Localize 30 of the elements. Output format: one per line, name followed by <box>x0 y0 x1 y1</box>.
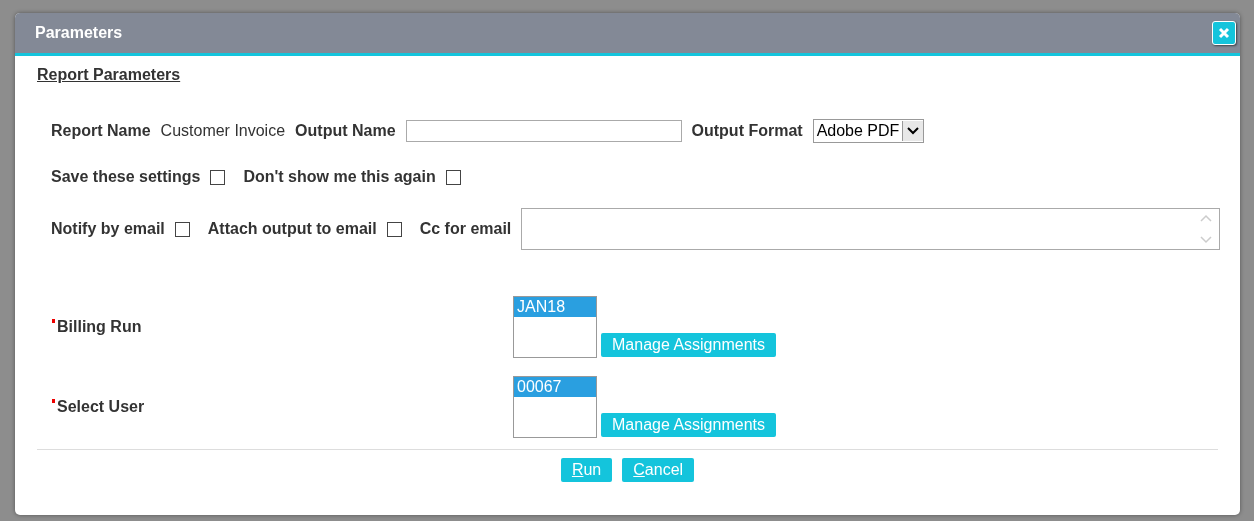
dialog-button[interactable]: Cancel <box>622 458 695 482</box>
checkbox[interactable] <box>174 221 190 237</box>
parameter-listbox[interactable]: JAN18 <box>513 296 597 358</box>
field-label: Attach output to email <box>207 220 377 238</box>
window-title: Parameters <box>35 24 123 42</box>
format-dropdown[interactable]: Adobe PDF <box>812 119 925 143</box>
dialog-button[interactable]: Run <box>560 458 613 482</box>
field-label: Report Name <box>51 122 151 140</box>
field-label: Cc for email <box>419 220 512 238</box>
field-label: Don't show me this again <box>243 168 436 186</box>
list-option[interactable]: 00067 <box>514 377 596 397</box>
field-label: Notify by email <box>51 220 165 238</box>
list-option[interactable]: JAN18 <box>514 297 596 317</box>
cc-email-field[interactable] <box>521 208 1220 250</box>
field-label: Output Format <box>691 122 803 140</box>
manage-assignments-button[interactable]: Manage Assignments <box>601 333 776 357</box>
parameter-listbox[interactable]: 00067 <box>513 376 597 438</box>
parameter-label: Select User <box>57 398 513 416</box>
chevron-down-icon <box>902 121 924 141</box>
checkbox[interactable] <box>445 169 461 185</box>
field-label: Output Name <box>295 122 396 140</box>
manage-assignments-button[interactable]: Manage Assignments <box>601 413 776 437</box>
checkbox[interactable] <box>386 221 402 237</box>
field-value: Customer Invoice <box>160 122 286 140</box>
parameter-label: Billing Run <box>57 318 513 336</box>
close-icon <box>1218 27 1230 39</box>
section-title: Report Parameters <box>37 66 181 84</box>
output-name-field[interactable] <box>405 120 682 142</box>
field-label: Save these settings <box>51 168 201 186</box>
checkbox[interactable] <box>210 169 226 185</box>
